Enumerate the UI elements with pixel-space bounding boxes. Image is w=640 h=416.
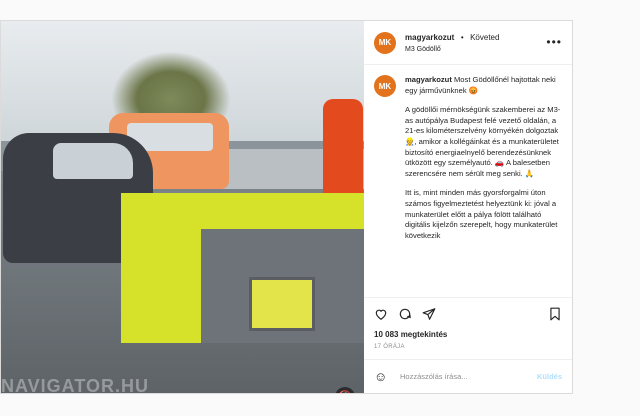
emoji-icon[interactable]: ☺ [374,369,390,384]
follow-status[interactable]: Követed [470,33,499,42]
view-count[interactable]: 10 083 megtekintés [374,330,562,339]
account-info: magyarkozut • Követed M3 Gödöllő [405,30,499,56]
post-caption: MK magyarkozut Most Gödöllőnél hajtottak… [364,65,572,297]
separator-dot: • [460,32,464,42]
photo-worker [323,99,363,199]
photo-watermark: NAVIGATOR.HU [1,376,150,393]
post-sidebar: MK magyarkozut • Követed M3 Gödöllő ••• … [364,21,572,393]
caption-avatar[interactable]: MK [374,75,396,97]
caption-paragraph: magyarkozut Most Gödöllőnél hajtottak ne… [405,75,562,96]
post-actions: 10 083 megtekintés 17 ÓRÁJA [364,297,572,359]
send-button[interactable]: Küldés [537,372,562,381]
comment-icon[interactable] [398,307,412,321]
account-avatar[interactable]: MK [374,31,396,54]
caption-paragraph-3: Itt is, mint minden más gyorsforgalmi út… [405,188,558,240]
photo-crash-attenuator-trailer [121,193,364,343]
caption-paragraph-2: A gödöllői mérnökségünk szakemberei az M… [405,105,561,178]
bookmark-icon[interactable] [548,307,562,321]
instagram-post: NAVIGATOR.HU 🔇 MK magyarkozut • Követed … [0,20,573,394]
more-options-icon[interactable]: ••• [546,35,562,49]
car-windshield [53,143,133,179]
comment-box: ☺ Hozzászólás írása... Küldés [364,359,572,393]
caption-username[interactable]: magyarkozut [405,75,452,84]
share-icon[interactable] [422,307,436,321]
post-header: MK magyarkozut • Követed M3 Gödöllő ••• [364,21,572,65]
action-icons [374,304,562,324]
post-photo[interactable]: NAVIGATOR.HU 🔇 [1,21,364,393]
comment-input[interactable]: Hozzászólás írása... [400,372,537,381]
caption-text: magyarkozut Most Gödöllőnél hajtottak ne… [405,75,562,297]
trailer-panel [249,277,315,331]
account-username[interactable]: magyarkozut [405,33,454,42]
post-location[interactable]: M3 Gödöllő [405,44,499,56]
post-time[interactable]: 17 ÓRÁJA [374,344,562,350]
heart-icon[interactable] [374,307,388,321]
